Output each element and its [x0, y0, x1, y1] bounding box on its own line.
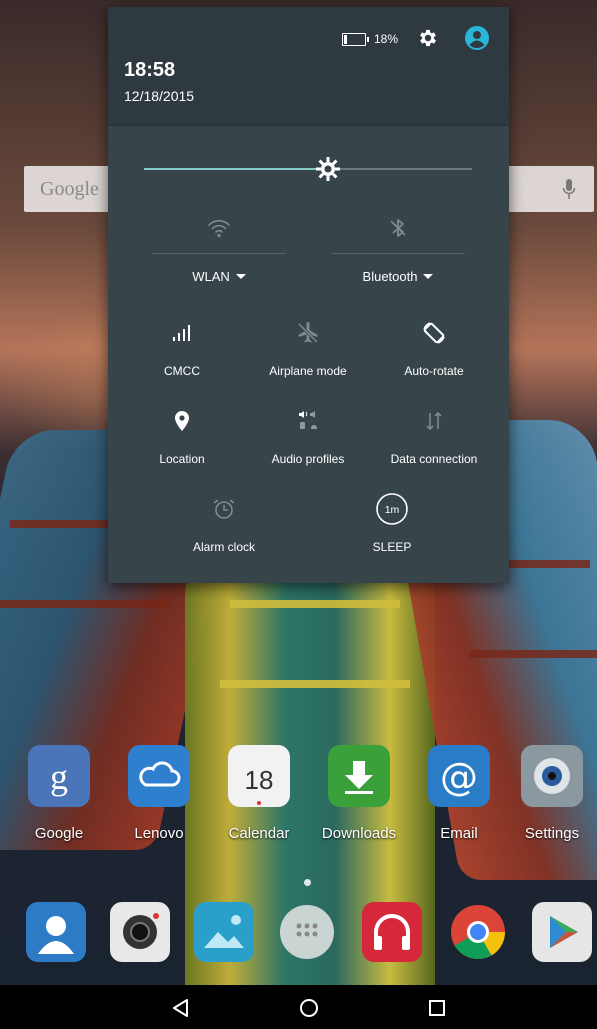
tile-alarm-clock[interactable]: Alarm clock: [164, 496, 284, 566]
page-indicator-dot: [304, 879, 311, 886]
app-settings[interactable]: Settings: [507, 745, 597, 855]
app-downloads[interactable]: Downloads: [314, 745, 404, 855]
tile-audio-profiles[interactable]: Audio profiles: [248, 408, 368, 478]
signal-icon: [173, 325, 190, 341]
gear-icon[interactable]: [417, 27, 439, 49]
gallery-icon[interactable]: [194, 902, 254, 962]
play-store-icon[interactable]: [532, 902, 592, 962]
brightness-thumb-icon[interactable]: [314, 155, 342, 183]
wallpaper-plank: [0, 600, 170, 608]
battery-percentage: 18%: [374, 32, 399, 46]
bluetooth-toggle[interactable]: Bluetooth: [331, 215, 465, 295]
google-logo: Google: [40, 178, 99, 200]
alarm-clock-icon: [213, 499, 235, 519]
tile-label: SLEEP: [372, 540, 412, 554]
calendar-icon: 18: [228, 745, 290, 807]
sleep-timer-icon: 1m: [376, 493, 408, 525]
wlan-divider: [152, 253, 286, 254]
bluetooth-icon: [390, 219, 406, 237]
tile-airplane-mode[interactable]: Airplane mode: [248, 320, 368, 390]
user-account-icon[interactable]: [464, 25, 490, 51]
microphone-icon[interactable]: [562, 178, 576, 200]
contacts-icon[interactable]: [26, 902, 86, 962]
app-google[interactable]: g Google: [14, 745, 104, 855]
tile-cmcc[interactable]: CMCC: [122, 320, 242, 390]
sleep-timer-badge: 1m: [385, 504, 400, 516]
bluetooth-label[interactable]: Bluetooth: [331, 269, 465, 284]
wallpaper-plank: [220, 680, 410, 688]
google-app-icon: g: [28, 745, 90, 807]
tile-label: Airplane mode: [269, 364, 347, 378]
tile-label: Alarm clock: [192, 540, 255, 554]
navigation-bar: [0, 985, 597, 1029]
app-label: Email: [440, 825, 478, 842]
svg-text:g: g: [50, 757, 68, 797]
tile-location[interactable]: Location: [122, 408, 242, 478]
settings-app-icon: [521, 745, 583, 807]
auto-rotate-icon: [423, 322, 445, 344]
recents-icon[interactable]: [426, 997, 448, 1019]
app-label: Lenovo: [134, 825, 184, 842]
tile-label: CMCC: [164, 364, 200, 378]
clock-date: 12/18/2015: [124, 88, 195, 104]
tile-auto-rotate[interactable]: Auto-rotate: [374, 320, 494, 390]
tile-sleep[interactable]: 1m SLEEP: [332, 493, 452, 566]
tile-label: Audio profiles: [271, 452, 345, 466]
tile-label: Data connection: [390, 452, 478, 466]
app-calendar[interactable]: 18 Calendar: [214, 745, 304, 855]
clock-time: 18:58: [124, 59, 176, 81]
location-icon: [175, 411, 189, 431]
chevron-down-icon: [423, 274, 434, 279]
airplane-icon: [297, 322, 319, 344]
camera-icon[interactable]: [110, 902, 170, 962]
brightness-slider-fill: [144, 168, 328, 170]
app-lenovo[interactable]: Lenovo: [114, 745, 204, 855]
wallpaper-plank: [230, 600, 400, 608]
wallpaper-plank: [470, 650, 597, 658]
app-label: Google: [34, 825, 84, 842]
calendar-day: 18: [244, 765, 274, 795]
brightness-slider-track[interactable]: [144, 168, 472, 170]
app-label: Calendar: [228, 825, 290, 842]
tile-data-connection[interactable]: Data connection: [374, 408, 494, 478]
app-drawer-icon[interactable]: [280, 905, 334, 959]
panel-header: 18% 18:58 12/18/2015: [108, 7, 509, 126]
email-icon: @: [428, 745, 490, 807]
app-label: Settings: [524, 825, 580, 842]
data-connection-icon: [426, 411, 442, 431]
downloads-icon: [328, 745, 390, 807]
app-label: Downloads: [321, 825, 397, 842]
app-email[interactable]: @ Email: [414, 745, 504, 855]
quick-settings-panel: 18% 18:58 12/18/2015 WLAN Bluetooth CMCC…: [108, 7, 509, 583]
chevron-down-icon: [235, 274, 246, 279]
battery-icon: [342, 33, 369, 46]
wifi-icon: [208, 220, 230, 238]
lenovo-cloud-icon: [128, 745, 190, 807]
music-icon[interactable]: [362, 902, 422, 962]
chrome-icon[interactable]: [448, 902, 508, 962]
wlan-label[interactable]: WLAN: [152, 269, 286, 284]
wlan-toggle[interactable]: WLAN: [152, 215, 286, 295]
home-icon[interactable]: [298, 997, 320, 1019]
back-icon[interactable]: [170, 997, 192, 1019]
svg-text:@: @: [440, 755, 478, 799]
tile-label: Location: [159, 452, 205, 466]
audio-profiles-icon: [299, 411, 317, 429]
bluetooth-divider: [331, 253, 465, 254]
tile-label: Auto-rotate: [404, 364, 464, 378]
